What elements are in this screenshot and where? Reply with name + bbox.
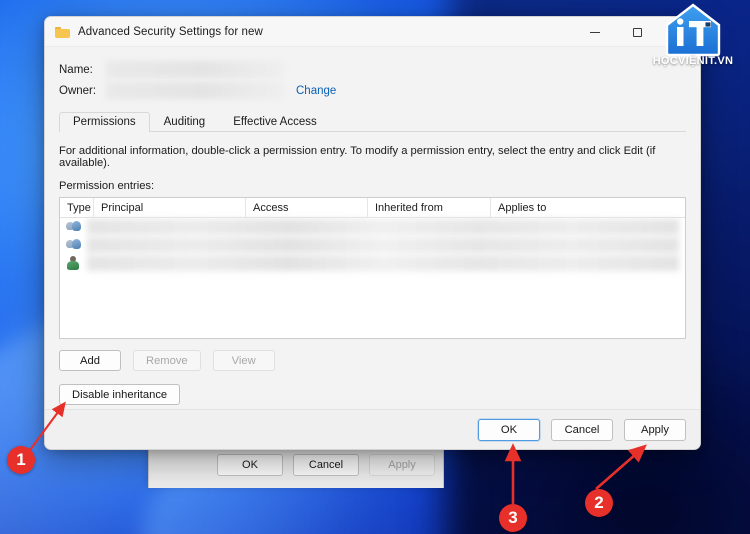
single-user-icon (66, 256, 81, 270)
remove-button: Remove (133, 350, 201, 371)
minimize-button[interactable] (574, 17, 616, 47)
background-properties-window[interactable]: OK Cancel Apply (148, 445, 444, 488)
close-icon: ✕ (673, 25, 685, 39)
list-header-row: Type Principal Access Inherited from App… (60, 198, 685, 218)
list-rows (60, 218, 685, 272)
row-icon-cell (60, 256, 87, 270)
tab-auditing[interactable]: Auditing (150, 112, 220, 132)
apply-button[interactable]: Apply (624, 418, 686, 441)
row-content-redacted (87, 237, 679, 253)
users-group-icon (66, 220, 81, 234)
add-button[interactable]: Add (59, 350, 121, 371)
cancel-button[interactable]: Cancel (551, 418, 613, 441)
list-action-buttons: Add Remove View (59, 350, 686, 371)
view-button: View (212, 350, 275, 371)
folder-icon (55, 26, 70, 38)
minimize-icon (590, 31, 600, 33)
window-controls: ✕ (574, 17, 700, 47)
column-header-type[interactable]: Type (60, 198, 94, 217)
column-header-applies-to[interactable]: Applies to (491, 198, 685, 217)
name-value-redacted (106, 61, 284, 78)
owner-label: Owner: (59, 84, 97, 97)
name-field-row: Name: (59, 59, 686, 80)
permission-entries-label: Permission entries: (59, 180, 155, 192)
column-header-access[interactable]: Access (246, 198, 368, 217)
advanced-security-settings-dialog[interactable]: Advanced Security Settings for new ✕ Nam… (44, 16, 701, 450)
row-content-redacted (87, 255, 679, 271)
background-window-button-row: OK Cancel Apply (217, 454, 435, 476)
change-owner-link[interactable]: Change (296, 85, 336, 97)
background-apply-button: Apply (369, 454, 435, 476)
column-header-principal[interactable]: Principal (94, 198, 246, 217)
row-icon-cell (60, 238, 87, 252)
background-cancel-button[interactable]: Cancel (293, 454, 359, 476)
close-button[interactable]: ✕ (658, 17, 700, 47)
dialog-titlebar[interactable]: Advanced Security Settings for new ✕ (45, 17, 700, 47)
column-header-inherited-from[interactable]: Inherited from (368, 198, 491, 217)
table-row[interactable] (60, 254, 685, 272)
dialog-title: Advanced Security Settings for new (78, 25, 263, 38)
name-label: Name: (59, 63, 93, 76)
owner-field-row: Owner: Change (59, 80, 686, 101)
maximize-button[interactable] (616, 17, 658, 47)
inheritance-button-row: Disable inheritance (59, 384, 686, 405)
maximize-icon (632, 27, 642, 37)
ok-button[interactable]: OK (478, 418, 540, 441)
row-icon-cell (60, 220, 87, 234)
annotation-marker-1: 1 (7, 446, 35, 474)
row-content-redacted (87, 219, 679, 235)
dialog-body: Name: Owner: Change Permissions Auditing… (45, 47, 700, 449)
dialog-footer: OK Cancel Apply (45, 409, 700, 449)
dialog-tabs: Permissions Auditing Effective Access (59, 110, 686, 132)
disable-inheritance-button[interactable]: Disable inheritance (59, 384, 181, 405)
users-group-icon (66, 238, 81, 252)
permission-entries-list[interactable]: Type Principal Access Inherited from App… (59, 197, 686, 339)
instruction-text: For additional information, double-click… (59, 145, 656, 169)
table-row[interactable] (60, 236, 685, 254)
annotation-marker-2: 2 (585, 489, 613, 517)
owner-value-redacted (106, 82, 284, 99)
tab-effective-access[interactable]: Effective Access (219, 112, 331, 132)
background-ok-button[interactable]: OK (217, 454, 283, 476)
annotation-marker-3: 3 (499, 504, 527, 532)
table-row[interactable] (60, 218, 685, 236)
desktop-root: OK Cancel Apply Advanced Security Settin… (0, 0, 750, 534)
tab-permissions[interactable]: Permissions (59, 112, 150, 132)
